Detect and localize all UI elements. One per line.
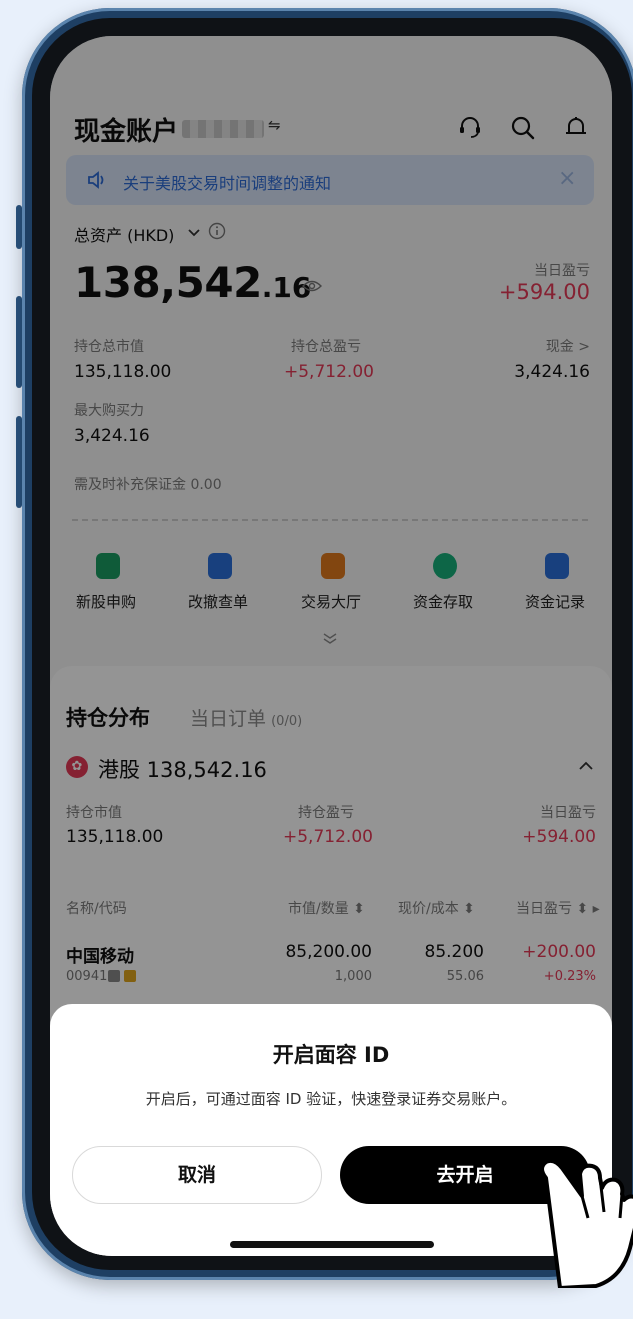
phone-screen: 现金账户 ⇋ 关于美股交易时间调整的通知 × 总资产 (HKD) 138,542… [50,36,612,1256]
cancel-button[interactable]: 取消 [72,1146,322,1204]
cancel-button-label: 取消 [177,1164,216,1186]
pointing-hand-icon [540,1158,633,1288]
dialog-description: 开启后，可通过面容 ID 验证，快速登录证券交易账户。 [145,1090,517,1108]
dialog-title: 开启面容 ID [272,1043,390,1067]
home-indicator [230,1241,434,1248]
